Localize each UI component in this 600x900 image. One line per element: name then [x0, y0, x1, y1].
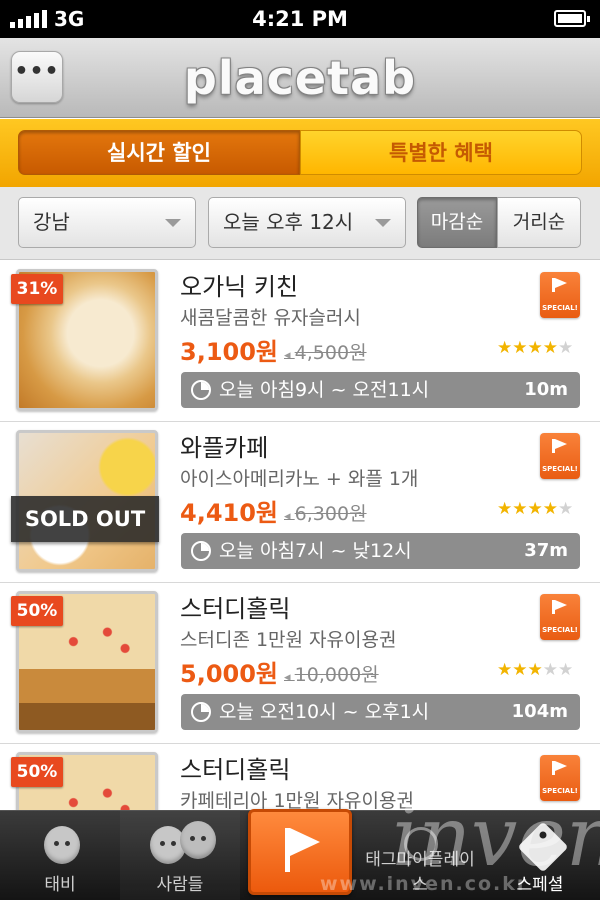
discount-badge: 31% [11, 274, 63, 304]
star-icon: ★ [558, 660, 574, 680]
nav-bar: ••• placetab [0, 38, 600, 118]
clock-icon [191, 702, 211, 722]
tab-special[interactable]: 스페셜 [480, 811, 600, 900]
time-bar: 오늘 아침7시 ~ 낮12시 37m [181, 533, 580, 569]
clock-icon [191, 380, 211, 400]
tab-realtime-discount[interactable]: 실시간 할인 [18, 130, 300, 175]
star-icon: ★ [497, 499, 513, 519]
special-flag-icon[interactable]: SPECIAL! [540, 594, 580, 640]
tab-special-benefit[interactable]: 특별한 혜택 [300, 130, 582, 175]
star-icon: ★ [497, 660, 513, 680]
tab-label: 태비 [44, 875, 76, 895]
time-dropdown[interactable]: 오늘 오후 12시 [208, 197, 406, 248]
tag-place-button[interactable] [248, 809, 352, 895]
deal-name: 스터디홀릭 [180, 595, 291, 623]
time-bar: 오늘 오전10시 ~ 오후1시 104m [181, 694, 580, 730]
discount-badge: 50% [11, 596, 63, 626]
clock-icon [191, 541, 211, 561]
rating-stars: ★★★★★ [497, 660, 573, 680]
sort-distance-button[interactable]: 거리순 [497, 197, 581, 248]
segment-bar: 실시간 할인 특별한 혜택 [0, 119, 600, 187]
deal-description: 카페테리아 1만원 자유이용권 [180, 790, 414, 810]
deal-distance: 10m [524, 379, 568, 400]
star-icon: ★ [527, 338, 543, 358]
deal-item[interactable]: SOLD OUT 와플카페 아이스아메리카노 + 와플 1개 4,410원 6,… [0, 422, 600, 583]
star-icon: ★ [497, 338, 513, 358]
status-time: 4:21 PM [252, 7, 348, 31]
deal-distance: 104m [511, 701, 568, 722]
tab-bar: 태비 사람들 태그마이플레이스 스페셜 [0, 809, 600, 900]
discount-badge: 50% [11, 757, 63, 787]
star-icon: ★ [527, 499, 543, 519]
rating-stars: ★★★★★ [497, 338, 573, 358]
deal-description: 아이스아메리카노 + 와플 1개 [180, 468, 419, 490]
time-bar: 오늘 아침9시 ~ 오전11시 10m [181, 372, 580, 408]
special-flag-icon[interactable]: SPECIAL! [540, 433, 580, 479]
special-label: SPECIAL! [542, 304, 578, 312]
sold-out-badge: SOLD OUT [11, 496, 159, 542]
status-bar: 3G 4:21 PM [0, 0, 600, 38]
star-icon: ★ [542, 338, 558, 358]
deal-name: 스터디홀릭 [180, 756, 291, 784]
filter-bar: 강남 오늘 오후 12시 마감순 거리순 [0, 187, 600, 260]
star-icon: ★ [512, 499, 528, 519]
deal-name: 오가닉 키친 [180, 273, 299, 301]
star-icon: ★ [512, 338, 528, 358]
flag-icon [285, 828, 320, 872]
tab-mypage[interactable]: 태그마이플레이스 [360, 811, 480, 900]
deal-description: 스터디존 1만원 자유이용권 [180, 629, 397, 651]
special-label: SPECIAL! [542, 787, 578, 795]
region-value: 강남 [33, 210, 70, 234]
deal-price: 4,410원 [180, 499, 278, 527]
star-icon: ★ [558, 338, 574, 358]
special-label: SPECIAL! [542, 626, 578, 634]
region-dropdown[interactable]: 강남 [18, 197, 196, 248]
original-price: 6,300원 [284, 499, 367, 526]
special-flag-icon[interactable]: SPECIAL! [540, 755, 580, 801]
battery-icon [554, 10, 590, 27]
deal-distance: 37m [524, 540, 568, 561]
special-flag-icon[interactable]: SPECIAL! [540, 272, 580, 318]
deal-list: 31% 오가닉 키친 새콤달콤한 유자슬러시 3,100원 4,500원 SPE… [0, 261, 600, 810]
tab-label: 태그마이플레이스 [365, 850, 475, 895]
deal-name: 와플카페 [180, 434, 269, 462]
time-value: 오늘 오후 12시 [223, 210, 354, 234]
deal-price: 3,100원 [180, 338, 278, 366]
special-label: SPECIAL! [542, 465, 578, 473]
original-price: 10,000원 [284, 660, 379, 687]
tab-people[interactable]: 사람들 [120, 811, 240, 900]
star-icon: ★ [542, 660, 558, 680]
deal-time: 오늘 아침9시 ~ 오전11시 [219, 379, 430, 401]
chevron-down-icon [375, 219, 391, 227]
tab-tabi[interactable]: 태비 [0, 811, 120, 900]
star-icon: ★ [542, 499, 558, 519]
sort-deadline-button[interactable]: 마감순 [417, 197, 497, 248]
tab-tag-place[interactable] [240, 809, 360, 900]
deal-time: 오늘 아침7시 ~ 낮12시 [219, 540, 412, 562]
original-price: 4,500원 [284, 338, 367, 365]
tag-icon [517, 821, 569, 873]
deal-item[interactable]: 50% 스터디홀릭 카페테리아 1만원 자유이용권 SPECIAL! [0, 744, 600, 810]
deal-description: 새콤달콤한 유자슬러시 [180, 307, 361, 329]
tab-label: 사람들 [156, 875, 204, 895]
app-logo: placetab [183, 51, 417, 105]
deal-item[interactable]: 31% 오가닉 키친 새콤달콤한 유자슬러시 3,100원 4,500원 SPE… [0, 261, 600, 422]
deal-time: 오늘 오전10시 ~ 오후1시 [219, 701, 430, 723]
star-icon: ★ [527, 660, 543, 680]
chevron-down-icon [165, 219, 181, 227]
star-icon: ★ [512, 660, 528, 680]
deal-item[interactable]: 50% 스터디홀릭 스터디존 1만원 자유이용권 5,000원 10,000원 … [0, 583, 600, 744]
deal-price: 5,000원 [180, 660, 278, 688]
tab-label: 스페셜 [516, 875, 564, 895]
rating-stars: ★★★★★ [497, 499, 573, 519]
star-icon: ★ [558, 499, 574, 519]
face-icon [44, 826, 80, 864]
people-icon [180, 821, 216, 859]
